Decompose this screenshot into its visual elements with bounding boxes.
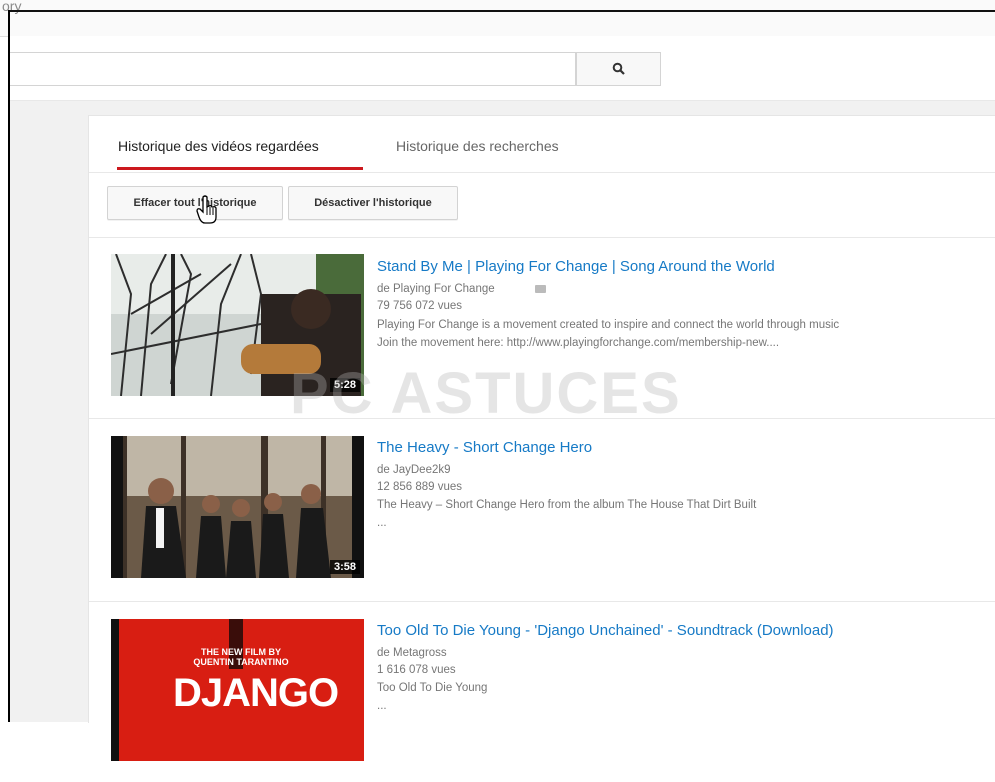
browser-topbar: ory (0, 0, 995, 37)
video-title[interactable]: Stand By Me | Playing For Change | Song … (377, 258, 775, 275)
video-views: 79 756 072 vues (377, 300, 463, 312)
video-description: The Heavy – Short Change Hero from the a… (377, 499, 757, 511)
video-description: Too Old To Die Young (377, 682, 488, 694)
list-item: THE NEW FILM BY QUENTIN TARANTINO DJANGO… (89, 601, 995, 782)
list-item: 3:58 The Heavy - Short Change Hero de Ja… (89, 418, 995, 599)
video-views: 12 856 889 vues (377, 481, 463, 493)
masthead (10, 36, 995, 101)
hand-cursor-icon (196, 195, 217, 224)
video-description-2: ... (377, 517, 387, 529)
video-title[interactable]: Too Old To Die Young - 'Django Unchained… (377, 622, 834, 639)
video-channel[interactable]: de Playing For Change (377, 283, 495, 295)
tab-watch-history[interactable]: Historique des vidéos regardées (118, 138, 319, 154)
video-thumbnail[interactable]: 3:58 (111, 436, 364, 578)
tab-search-history[interactable]: Historique des recherches (396, 138, 559, 154)
video-description-2: Join the movement here: http://www.playi… (377, 337, 780, 349)
video-channel[interactable]: de JayDee2k9 (377, 464, 451, 476)
video-views: 1 616 078 vues (377, 664, 456, 676)
guide-sidebar (10, 101, 88, 722)
history-tabs: Historique des vidéos regardées Historiq… (89, 116, 995, 173)
clear-history-button[interactable]: Effacer tout l'historique (107, 186, 283, 220)
video-description: Playing For Change is a movement created… (377, 319, 840, 331)
thumb-subtitle: THE NEW FILM BY QUENTIN TARANTINO (193, 647, 289, 667)
video-duration: 3:58 (329, 560, 360, 574)
active-tab-indicator (117, 167, 363, 170)
thumb-title: DJANGO (173, 671, 339, 715)
pause-history-button[interactable]: Désactiver l'historique (288, 186, 458, 220)
verified-icon (535, 285, 546, 293)
search-input[interactable] (10, 52, 576, 86)
video-channel[interactable]: de Metagross (377, 647, 447, 659)
top-divider (10, 10, 995, 12)
video-title[interactable]: The Heavy - Short Change Hero (377, 439, 592, 456)
watermark: PC ASTUCES (290, 361, 682, 426)
video-description-2: ... (377, 700, 387, 712)
search-button[interactable] (576, 52, 661, 86)
video-thumbnail[interactable]: THE NEW FILM BY QUENTIN TARANTINO DJANGO (111, 619, 364, 761)
search-icon (612, 62, 625, 75)
